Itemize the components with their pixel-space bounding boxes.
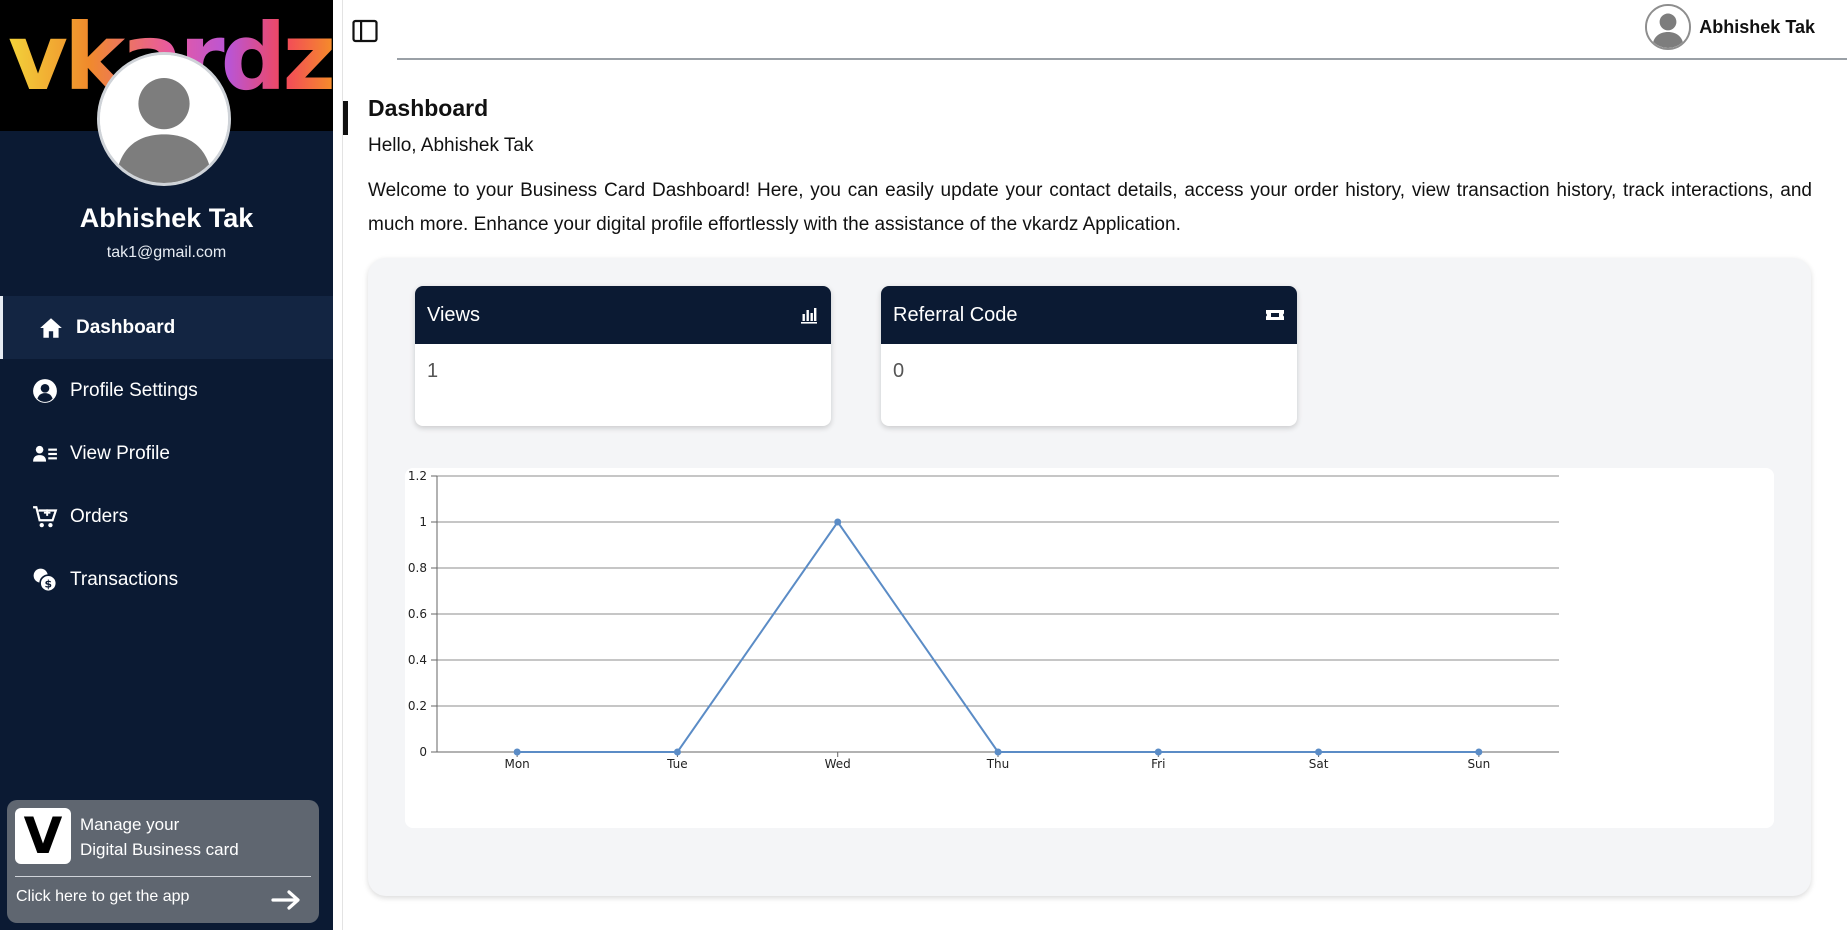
data-point: [673, 748, 681, 756]
get-app-link[interactable]: Click here to get the app: [16, 888, 189, 906]
user-email: tak1@gmail.com: [106, 244, 227, 261]
get-app-banner[interactable]: V Manage your Digital Business card Clic…: [7, 800, 319, 923]
avatar: [97, 52, 231, 186]
x-tick-label: Thu: [986, 757, 1010, 771]
data-point: [994, 748, 1002, 756]
promo-line-1: Manage your: [80, 815, 180, 834]
sidebar-toggle-icon[interactable]: [352, 19, 378, 43]
data-point: [834, 518, 842, 526]
ticket-icon: [1266, 310, 1284, 320]
x-tick-label: Tue: [666, 757, 688, 771]
coins-icon: $: [30, 565, 60, 595]
promo-line-2: Digital Business card: [80, 840, 239, 859]
series-line: [517, 520, 1479, 753]
home-icon: [36, 313, 66, 343]
user-list-icon: [30, 439, 60, 469]
y-tick-label: 1: [419, 515, 427, 529]
header-user-name[interactable]: Abhishek Tak: [1699, 17, 1815, 38]
cart-icon: [30, 502, 60, 532]
y-tick-label: 1.2: [408, 469, 427, 483]
x-tick-label: Fri: [1151, 757, 1165, 771]
referral-card-header: Referral Code: [881, 286, 1297, 344]
x-tick-label: Mon: [504, 757, 529, 771]
views-card: Views 1: [415, 286, 831, 426]
referral-card: Referral Code 0: [881, 286, 1297, 426]
sidebar-item-profile-settings[interactable]: Profile Settings: [0, 359, 333, 422]
sidebar-border: [333, 0, 343, 930]
title-accent: [343, 101, 348, 135]
data-point: [1475, 748, 1483, 756]
views-card-header: Views: [415, 286, 831, 344]
header-user-menu[interactable]: Abhishek Tak: [1645, 4, 1815, 50]
y-tick-label: 0.8: [408, 561, 427, 575]
data-point: [513, 748, 521, 756]
sidebar: vkardz Abhishek Tak tak1@gmail.com Dashb…: [0, 0, 333, 930]
x-tick-label: Sun: [1467, 757, 1490, 771]
data-point: [1315, 748, 1323, 756]
views-card-title: Views: [427, 303, 480, 326]
header-divider: [397, 58, 1847, 60]
views-count: 1: [427, 360, 439, 382]
welcome-text: Welcome to your Business Card Dashboard!…: [368, 180, 1812, 235]
y-tick-label: 0.6: [408, 607, 427, 621]
user-name: Abhishek Tak: [79, 203, 254, 233]
line-chart: 0 0.2 0.4 0.6 0.8 1 1.2 Mon Tue Wed Thu Fri Sat Sun: [408, 469, 1559, 771]
dashboard-panel: Views 1 Referral Code 0 0 0.2 0.4 0.6 0.8 1 1.…: [368, 258, 1811, 896]
y-tick-label: 0.2: [408, 699, 427, 713]
data-point: [1154, 748, 1162, 756]
avatar-placeholder-icon: [100, 55, 228, 183]
sidebar-item-label: View Profile: [70, 442, 170, 464]
arrow-right-icon[interactable]: [271, 888, 303, 912]
referral-code-value: 0: [893, 360, 905, 382]
sidebar-item-dashboard[interactable]: Dashboard: [0, 296, 333, 359]
y-tick-label: 0: [419, 745, 427, 759]
sidebar-item-label: Dashboard: [76, 316, 176, 338]
svg-text:$: $: [44, 577, 52, 590]
referral-card-title: Referral Code: [893, 303, 1018, 326]
sidebar-item-label: Transactions: [70, 568, 179, 590]
sidebar-nav: Dashboard Profile Settings View Profile …: [0, 296, 333, 611]
divider: [15, 876, 311, 877]
sidebar-item-view-profile[interactable]: View Profile: [0, 422, 333, 485]
sidebar-item-label: Profile Settings: [70, 379, 198, 401]
bar-chart-icon: [801, 308, 817, 324]
header-avatar[interactable]: [1645, 4, 1692, 50]
app-logo: V: [15, 807, 71, 865]
sidebar-item-label: Orders: [70, 505, 129, 527]
x-tick-label: Wed: [825, 757, 851, 771]
sidebar-item-orders[interactable]: Orders: [0, 485, 333, 548]
user-circle-icon: [30, 376, 60, 406]
greeting-text: Hello, Abhishek Tak: [368, 135, 534, 156]
views-chart: 0 0.2 0.4 0.6 0.8 1 1.2 Mon Tue Wed Thu Fri Sat Sun: [405, 468, 1774, 828]
avatar-placeholder-icon: [1647, 6, 1690, 48]
page-title: Dashboard: [368, 95, 489, 121]
promo-text: Manage your Digital Business card: [80, 812, 239, 862]
sidebar-item-transactions[interactable]: $ Transactions: [0, 548, 333, 611]
x-tick-label: Sat: [1309, 757, 1329, 771]
y-tick-label: 0.4: [408, 653, 427, 667]
